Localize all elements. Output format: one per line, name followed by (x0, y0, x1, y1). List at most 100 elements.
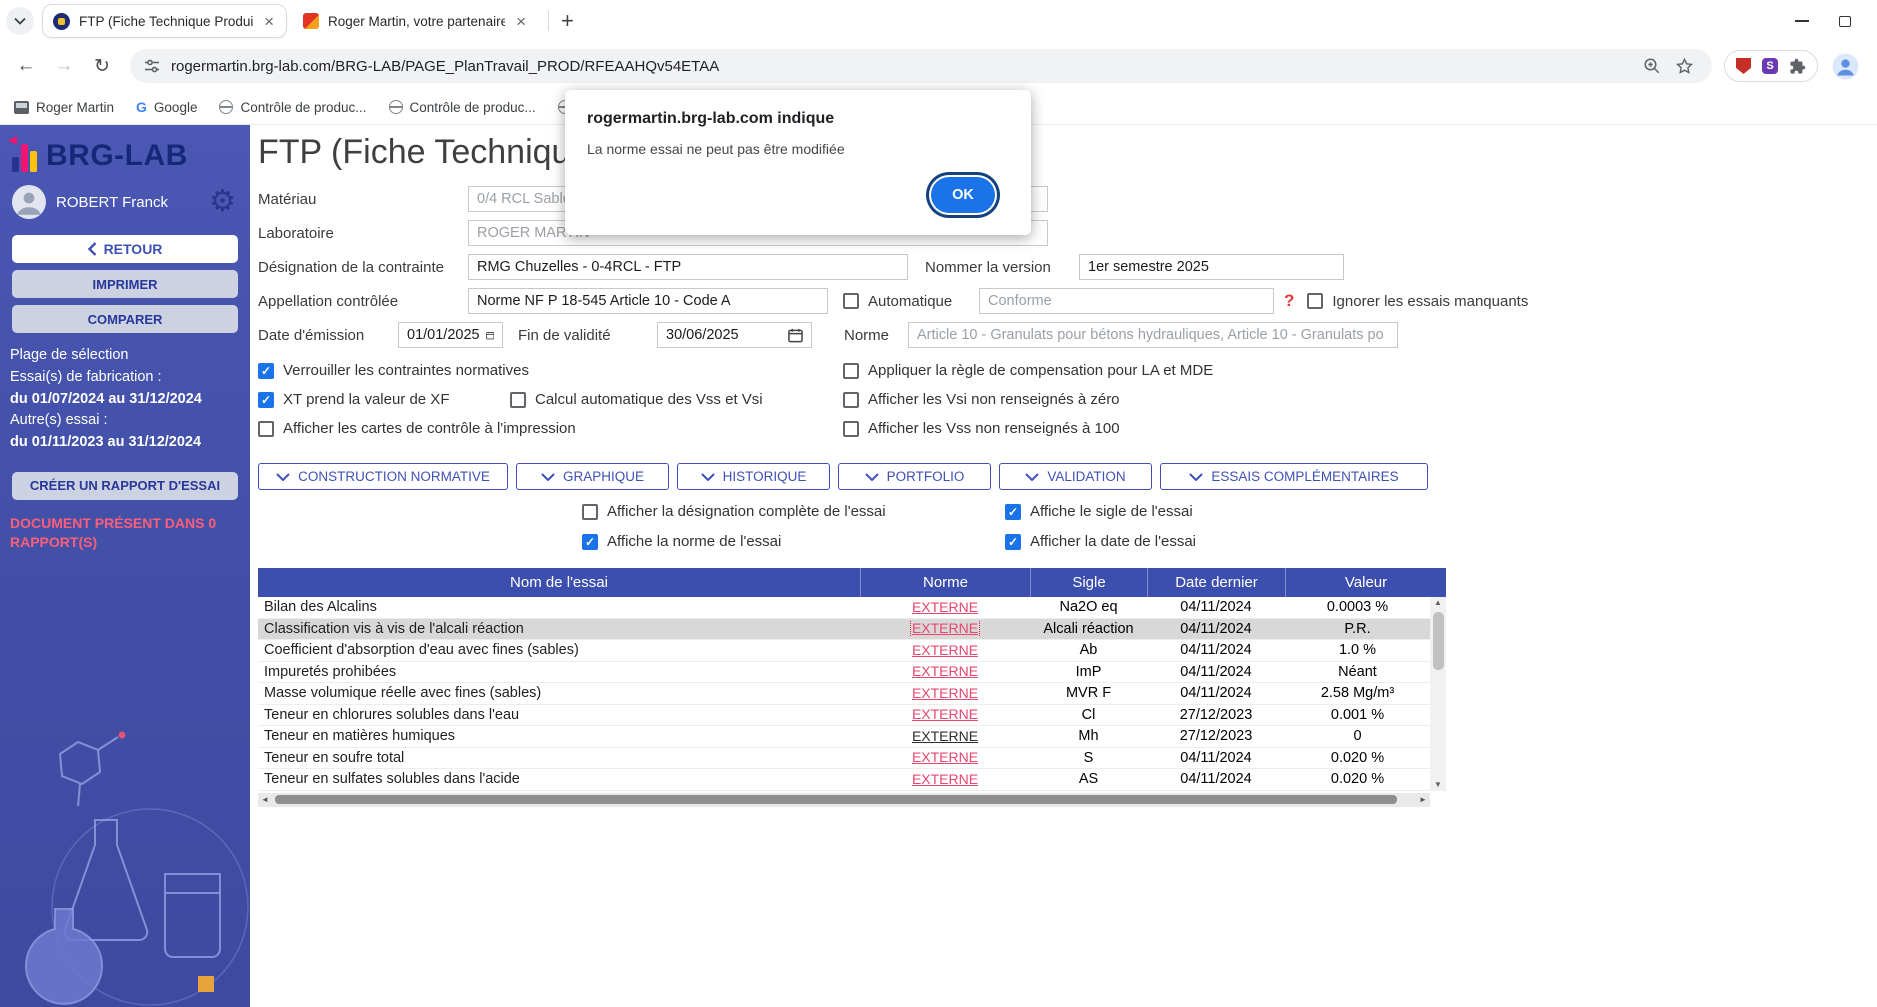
scroll-down-icon[interactable]: ▼ (1434, 781, 1442, 789)
compensation-checkbox[interactable] (843, 363, 859, 379)
tab-roger-martin[interactable]: Roger Martin, votre partenaire t × (293, 4, 538, 38)
designation-field[interactable]: RMG Chuzelles - 0-4RCL - FTP (468, 254, 908, 280)
appellation-field[interactable]: Norme NF P 18-545 Article 10 - Code A (468, 288, 828, 314)
calendar-icon[interactable] (486, 328, 494, 343)
selection-range-block: Plage de sélection Essai(s) de fabricati… (0, 333, 250, 454)
new-tab-button[interactable]: + (561, 8, 574, 34)
ok-button[interactable]: OK (931, 177, 995, 213)
accordion-historique[interactable]: HISTORIQUE (677, 463, 830, 490)
essai-sigle: S (1030, 750, 1147, 766)
essai-name: Teneur en soufre total (258, 750, 860, 766)
automatique-checkbox[interactable] (843, 293, 859, 309)
accordion-portfolio[interactable]: PORTFOLIO (838, 463, 991, 490)
table-row[interactable]: Coefficient d'absorption d'eau avec fine… (258, 640, 1430, 662)
dates-row: Date d'émission 01/01/2025 Fin de validi… (258, 322, 1877, 348)
s-extension-icon[interactable]: S (1762, 58, 1778, 74)
sigle-essai-checkbox[interactable] (1005, 504, 1021, 520)
table-row[interactable]: Teneur en soufre total EXTERNE S 04/11/2… (258, 748, 1430, 770)
site-info-icon[interactable] (144, 58, 160, 74)
tab-ftp[interactable]: FTP (Fiche Technique Produit) N × (42, 4, 287, 38)
zoom-icon[interactable] (1643, 57, 1661, 75)
table-row[interactable]: Bilan des Alcalins EXTERNE Na2O eq 04/11… (258, 597, 1430, 619)
emission-date-field[interactable]: 01/01/2025 (398, 322, 503, 348)
imprimer-button[interactable]: IMPRIMER (12, 270, 238, 298)
bookmark-roger-martin[interactable]: Roger Martin (14, 100, 114, 115)
conforme-field[interactable]: Conforme (979, 288, 1274, 314)
norme-externe-link[interactable]: EXTERNE (912, 749, 978, 765)
vss-100-checkbox[interactable] (843, 421, 859, 437)
ublock-extension-icon[interactable] (1736, 58, 1751, 74)
verrouiller-checkbox[interactable] (258, 363, 274, 379)
essai-valeur: 2.58 Mg/m³ (1285, 685, 1430, 701)
accordion-construction-normative[interactable]: CONSTRUCTION NORMATIVE (258, 463, 508, 490)
extensions-puzzle-icon[interactable] (1789, 58, 1806, 75)
norme-externe-link[interactable]: EXTERNE (912, 706, 978, 722)
calcul-auto-checkbox[interactable] (510, 392, 526, 408)
extensions-pill: S (1724, 50, 1818, 82)
table-row[interactable]: Impuretés prohibées EXTERNE ImP 04/11/20… (258, 662, 1430, 684)
validite-date-field[interactable]: 30/06/2025 (657, 322, 812, 348)
minimize-button[interactable] (1795, 20, 1809, 22)
table-row[interactable]: Teneur en matières humiques EXTERNE Mh 2… (258, 726, 1430, 748)
maximize-button[interactable] (1839, 16, 1851, 27)
tab-close-icon[interactable]: × (514, 13, 528, 30)
calendar-icon[interactable] (788, 328, 803, 343)
accordion-graphique[interactable]: GRAPHIQUE (516, 463, 669, 490)
norme-externe-link[interactable]: EXTERNE (912, 599, 978, 615)
option-vsi-zero: Afficher les Vsi non renseignés à zéro (843, 391, 1120, 408)
version-field[interactable]: 1er semestre 2025 (1079, 254, 1344, 280)
date-essai-checkbox[interactable] (1005, 534, 1021, 550)
options-row-1: Verrouiller les contraintes normatives A… (258, 362, 1877, 379)
bookmark-controle-1[interactable]: Contrôle de produc... (219, 100, 366, 115)
essai-sigle: Mh (1030, 728, 1147, 744)
creer-rapport-button[interactable]: CRÉER UN RAPPORT D'ESSAI (12, 472, 238, 500)
norme-externe-link[interactable]: EXTERNE (912, 771, 978, 787)
table-row[interactable]: Teneur en sulfates solubles dans l'acide… (258, 769, 1430, 791)
scroll-left-icon[interactable]: ◄ (258, 795, 272, 804)
accordion-validation[interactable]: VALIDATION (999, 463, 1152, 490)
lab-glassware-illustration (0, 722, 250, 1007)
norme-externe-link[interactable]: EXTERNE (912, 620, 978, 636)
bookmark-star-icon[interactable] (1675, 57, 1694, 76)
norme-field[interactable]: Article 10 - Granulats pour bétons hydra… (908, 322, 1398, 348)
norme-externe-link[interactable]: EXTERNE (912, 685, 978, 701)
comparer-button[interactable]: COMPARER (12, 305, 238, 333)
vertical-scroll-thumb[interactable] (1433, 612, 1444, 670)
cartes-controle-checkbox[interactable] (258, 421, 274, 437)
forward-button[interactable]: → (48, 50, 80, 82)
norme-externe-link[interactable]: EXTERNE (912, 663, 978, 679)
designation-complete-checkbox[interactable] (582, 504, 598, 520)
horizontal-scrollbar[interactable]: ◄ ► (258, 793, 1430, 807)
accordion-essais-complementaires[interactable]: ESSAIS COMPLÉMENTAIRES (1160, 463, 1428, 490)
reload-button[interactable]: ↻ (86, 50, 118, 82)
settings-gear-icon[interactable]: ⚙ (209, 187, 236, 217)
ignorer-checkbox[interactable] (1307, 293, 1323, 309)
sidebar: BRG-LAB ROBERT Franck ⚙ RETOUR IMPRIMER … (0, 125, 250, 1007)
bookmark-controle-2[interactable]: Contrôle de produc... (389, 100, 536, 115)
help-icon[interactable]: ? (1284, 291, 1294, 311)
retour-button[interactable]: RETOUR (12, 235, 238, 263)
scroll-right-icon[interactable]: ► (1416, 795, 1430, 804)
profile-avatar[interactable] (1832, 53, 1859, 80)
table-row[interactable]: Masse volumique réelle avec fines (sable… (258, 683, 1430, 705)
tab-close-icon[interactable]: × (262, 13, 276, 30)
table-row-selected[interactable]: Classification vis à vis de l'alcali réa… (258, 619, 1430, 641)
back-button[interactable]: ← (10, 50, 42, 82)
bookmark-google[interactable]: GGoogle (136, 99, 197, 115)
essai-date: 27/12/2023 (1147, 728, 1285, 744)
tab-search-button[interactable] (6, 7, 34, 35)
bookmark-label: Google (154, 100, 198, 115)
norme-externe-link[interactable]: EXTERNE (912, 728, 978, 744)
accordion-row: CONSTRUCTION NORMATIVE GRAPHIQUE HISTORI… (258, 463, 1877, 490)
norme-externe-link[interactable]: EXTERNE (912, 642, 978, 658)
essai-name: Teneur en matières humiques (258, 728, 860, 744)
xt-xf-checkbox[interactable] (258, 392, 274, 408)
vsi-zero-checkbox[interactable] (843, 392, 859, 408)
address-bar[interactable]: rogermartin.brg-lab.com/BRG-LAB/PAGE_Pla… (130, 49, 1712, 83)
vertical-scrollbar[interactable]: ▲ ▼ (1430, 597, 1446, 791)
essai-sigle: ImP (1030, 664, 1147, 680)
scroll-up-icon[interactable]: ▲ (1434, 599, 1442, 607)
norme-essai-checkbox[interactable] (582, 534, 598, 550)
horizontal-scroll-thumb[interactable] (275, 795, 1397, 804)
table-row[interactable]: Teneur en chlorures solubles dans l'eau … (258, 705, 1430, 727)
